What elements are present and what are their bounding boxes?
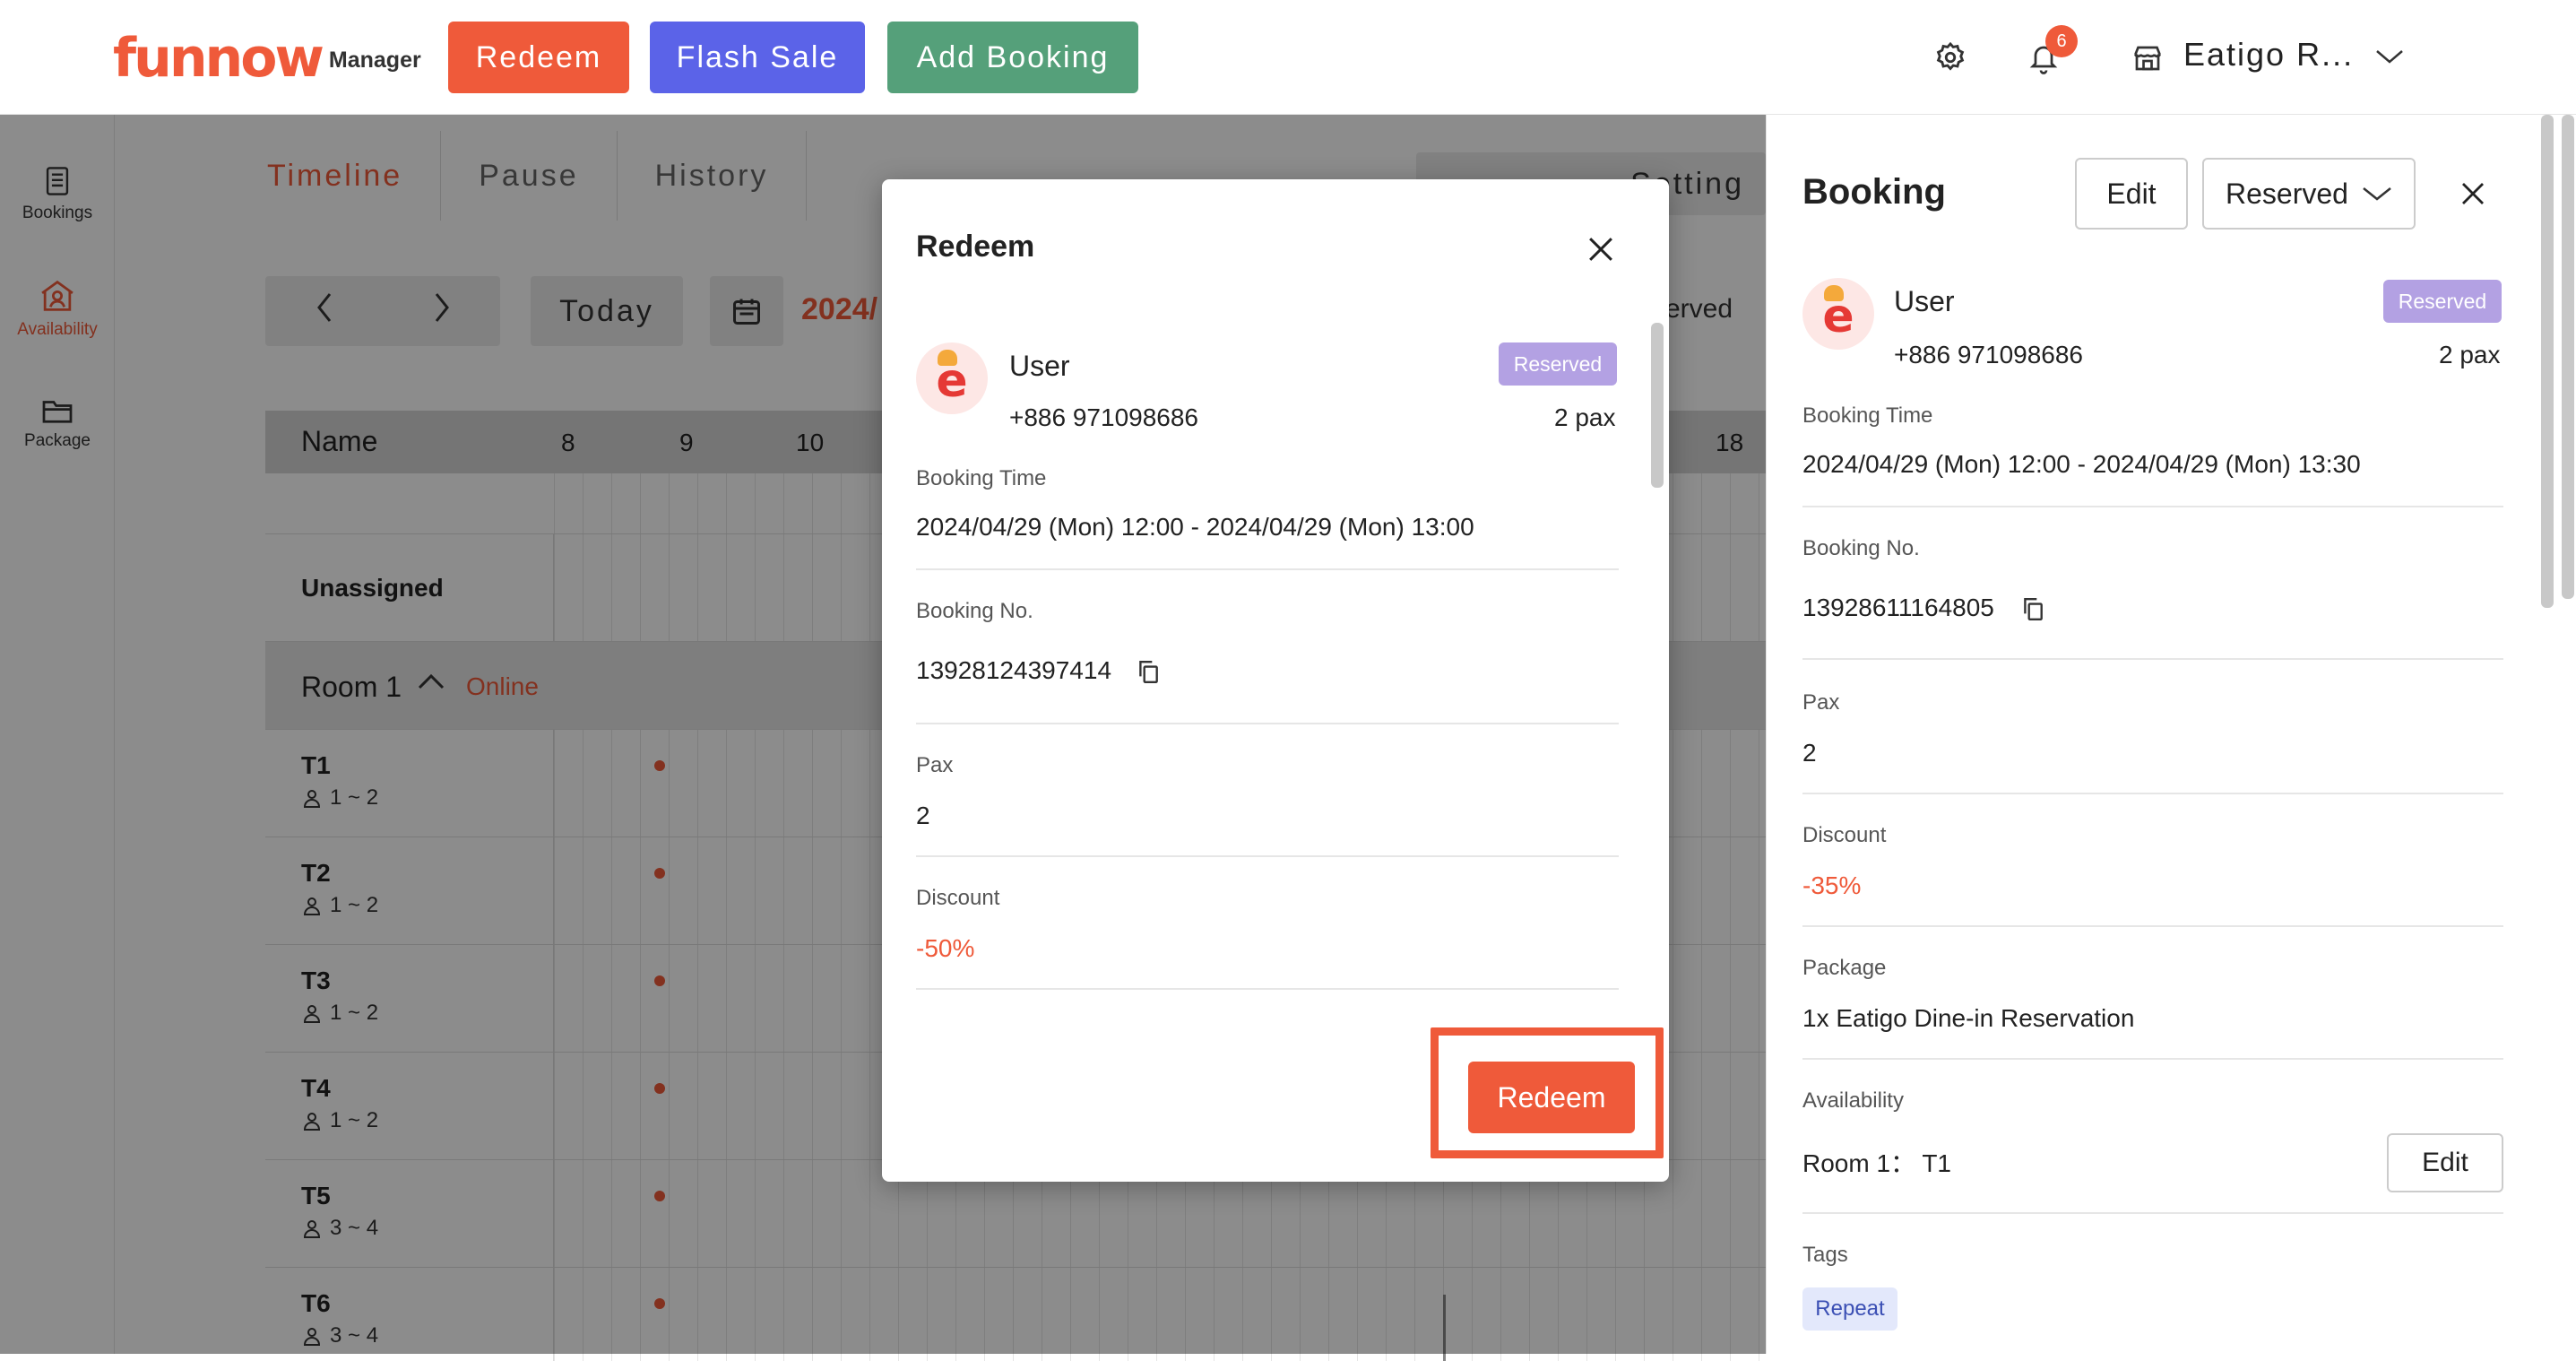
divider	[1802, 506, 2503, 507]
user-name: User	[1009, 350, 1070, 382]
discount-label: Discount	[916, 886, 1000, 910]
status-select-value: Reserved	[2226, 177, 2348, 210]
page-scrollbar[interactable]	[2562, 115, 2574, 599]
tags-label: Tags	[1802, 1243, 1848, 1267]
pax-value: 2	[1802, 739, 1817, 767]
booking-time-value: 2024/04/29 (Mon) 12:00 - 2024/04/29 (Mon…	[1802, 450, 2361, 478]
status-badge: Reserved	[2383, 280, 2502, 323]
brand-name: funnow	[113, 27, 324, 90]
divider	[916, 988, 1619, 990]
user-name: User	[1894, 285, 1955, 317]
booking-time-label: Booking Time	[916, 466, 1047, 490]
booking-no-value: 13928124397414	[916, 656, 1112, 684]
pax-label: Pax	[1802, 690, 1840, 715]
modal-scrollbar[interactable]	[1651, 323, 1664, 488]
booking-panel: Booking Edit Reserved e User Reserved +8…	[1766, 115, 2576, 1354]
divider	[1802, 793, 2503, 794]
store-selector[interactable]: Eatigo R...	[2183, 36, 2354, 74]
divider	[1802, 1058, 2503, 1060]
discount-label: Discount	[1802, 823, 1887, 847]
gear-icon[interactable]	[1932, 36, 1968, 79]
user-phone: +886 971098686	[1894, 341, 2083, 368]
user-phone: +886 971098686	[1009, 403, 1198, 431]
panel-title: Booking	[1802, 172, 1946, 212]
booking-no-label: Booking No.	[916, 599, 1033, 623]
booking-time-label: Booking Time	[1802, 403, 1933, 428]
copy-icon[interactable]	[1135, 656, 1162, 687]
divider	[916, 723, 1619, 724]
copy-icon[interactable]	[2019, 594, 2046, 624]
booking-no-label: Booking No.	[1802, 536, 1920, 560]
notification-badge: 6	[2045, 25, 2078, 57]
chevron-down-icon	[2363, 187, 2391, 201]
panel-scrollbar[interactable]	[2541, 115, 2554, 608]
divider	[916, 568, 1619, 570]
availability-label: Availability	[1802, 1088, 1904, 1113]
chevron-down-icon[interactable]	[2372, 43, 2407, 70]
top-bar: funnow Manager Redeem Flash Sale Add Boo…	[0, 0, 2576, 115]
package-label: Package	[1802, 956, 1887, 980]
redeem-modal: Redeem e User Reserved +886 971098686 2 …	[882, 179, 1669, 1182]
flash-sale-button[interactable]: Flash Sale	[650, 22, 865, 93]
package-value: 1x Eatigo Dine-in Reservation	[1802, 1004, 2135, 1032]
close-icon[interactable]	[2455, 176, 2491, 212]
add-booking-button[interactable]: Add Booking	[887, 22, 1138, 93]
booking-no-value: 13928611164805	[1802, 594, 1994, 621]
booking-time-value: 2024/04/29 (Mon) 12:00 - 2024/04/29 (Mon…	[916, 513, 1474, 541]
redeem-header-button[interactable]: Redeem	[448, 22, 629, 93]
edit-availability-button[interactable]: Edit	[2387, 1133, 2503, 1192]
avatar: e	[916, 342, 988, 414]
pax-label: Pax	[916, 753, 954, 777]
divider	[1802, 658, 2503, 660]
redeem-button[interactable]: Redeem	[1468, 1062, 1635, 1133]
availability-value: Room 1： T1	[1802, 1149, 1951, 1177]
avatar: e	[1802, 278, 1874, 350]
status-select[interactable]: Reserved	[2202, 158, 2416, 230]
modal-title: Redeem	[916, 230, 1035, 264]
status-badge: Reserved	[1499, 342, 1617, 386]
edit-booking-button[interactable]: Edit	[2075, 158, 2188, 230]
store-icon	[2130, 39, 2165, 77]
discount-value: -35%	[1802, 871, 1862, 899]
divider	[1802, 1212, 2503, 1214]
divider	[1802, 925, 2503, 927]
discount-value: -50%	[916, 934, 975, 962]
funnow-logo[interactable]: funnow Manager	[113, 27, 421, 90]
divider	[916, 855, 1619, 857]
tag-repeat: Repeat	[1802, 1287, 1897, 1331]
pax-value: 2	[916, 802, 930, 829]
brand-suffix: Manager	[328, 48, 421, 73]
pax-summary: 2 pax	[2439, 341, 2501, 368]
close-icon[interactable]	[1583, 231, 1619, 267]
pax-summary: 2 pax	[1554, 403, 1616, 431]
